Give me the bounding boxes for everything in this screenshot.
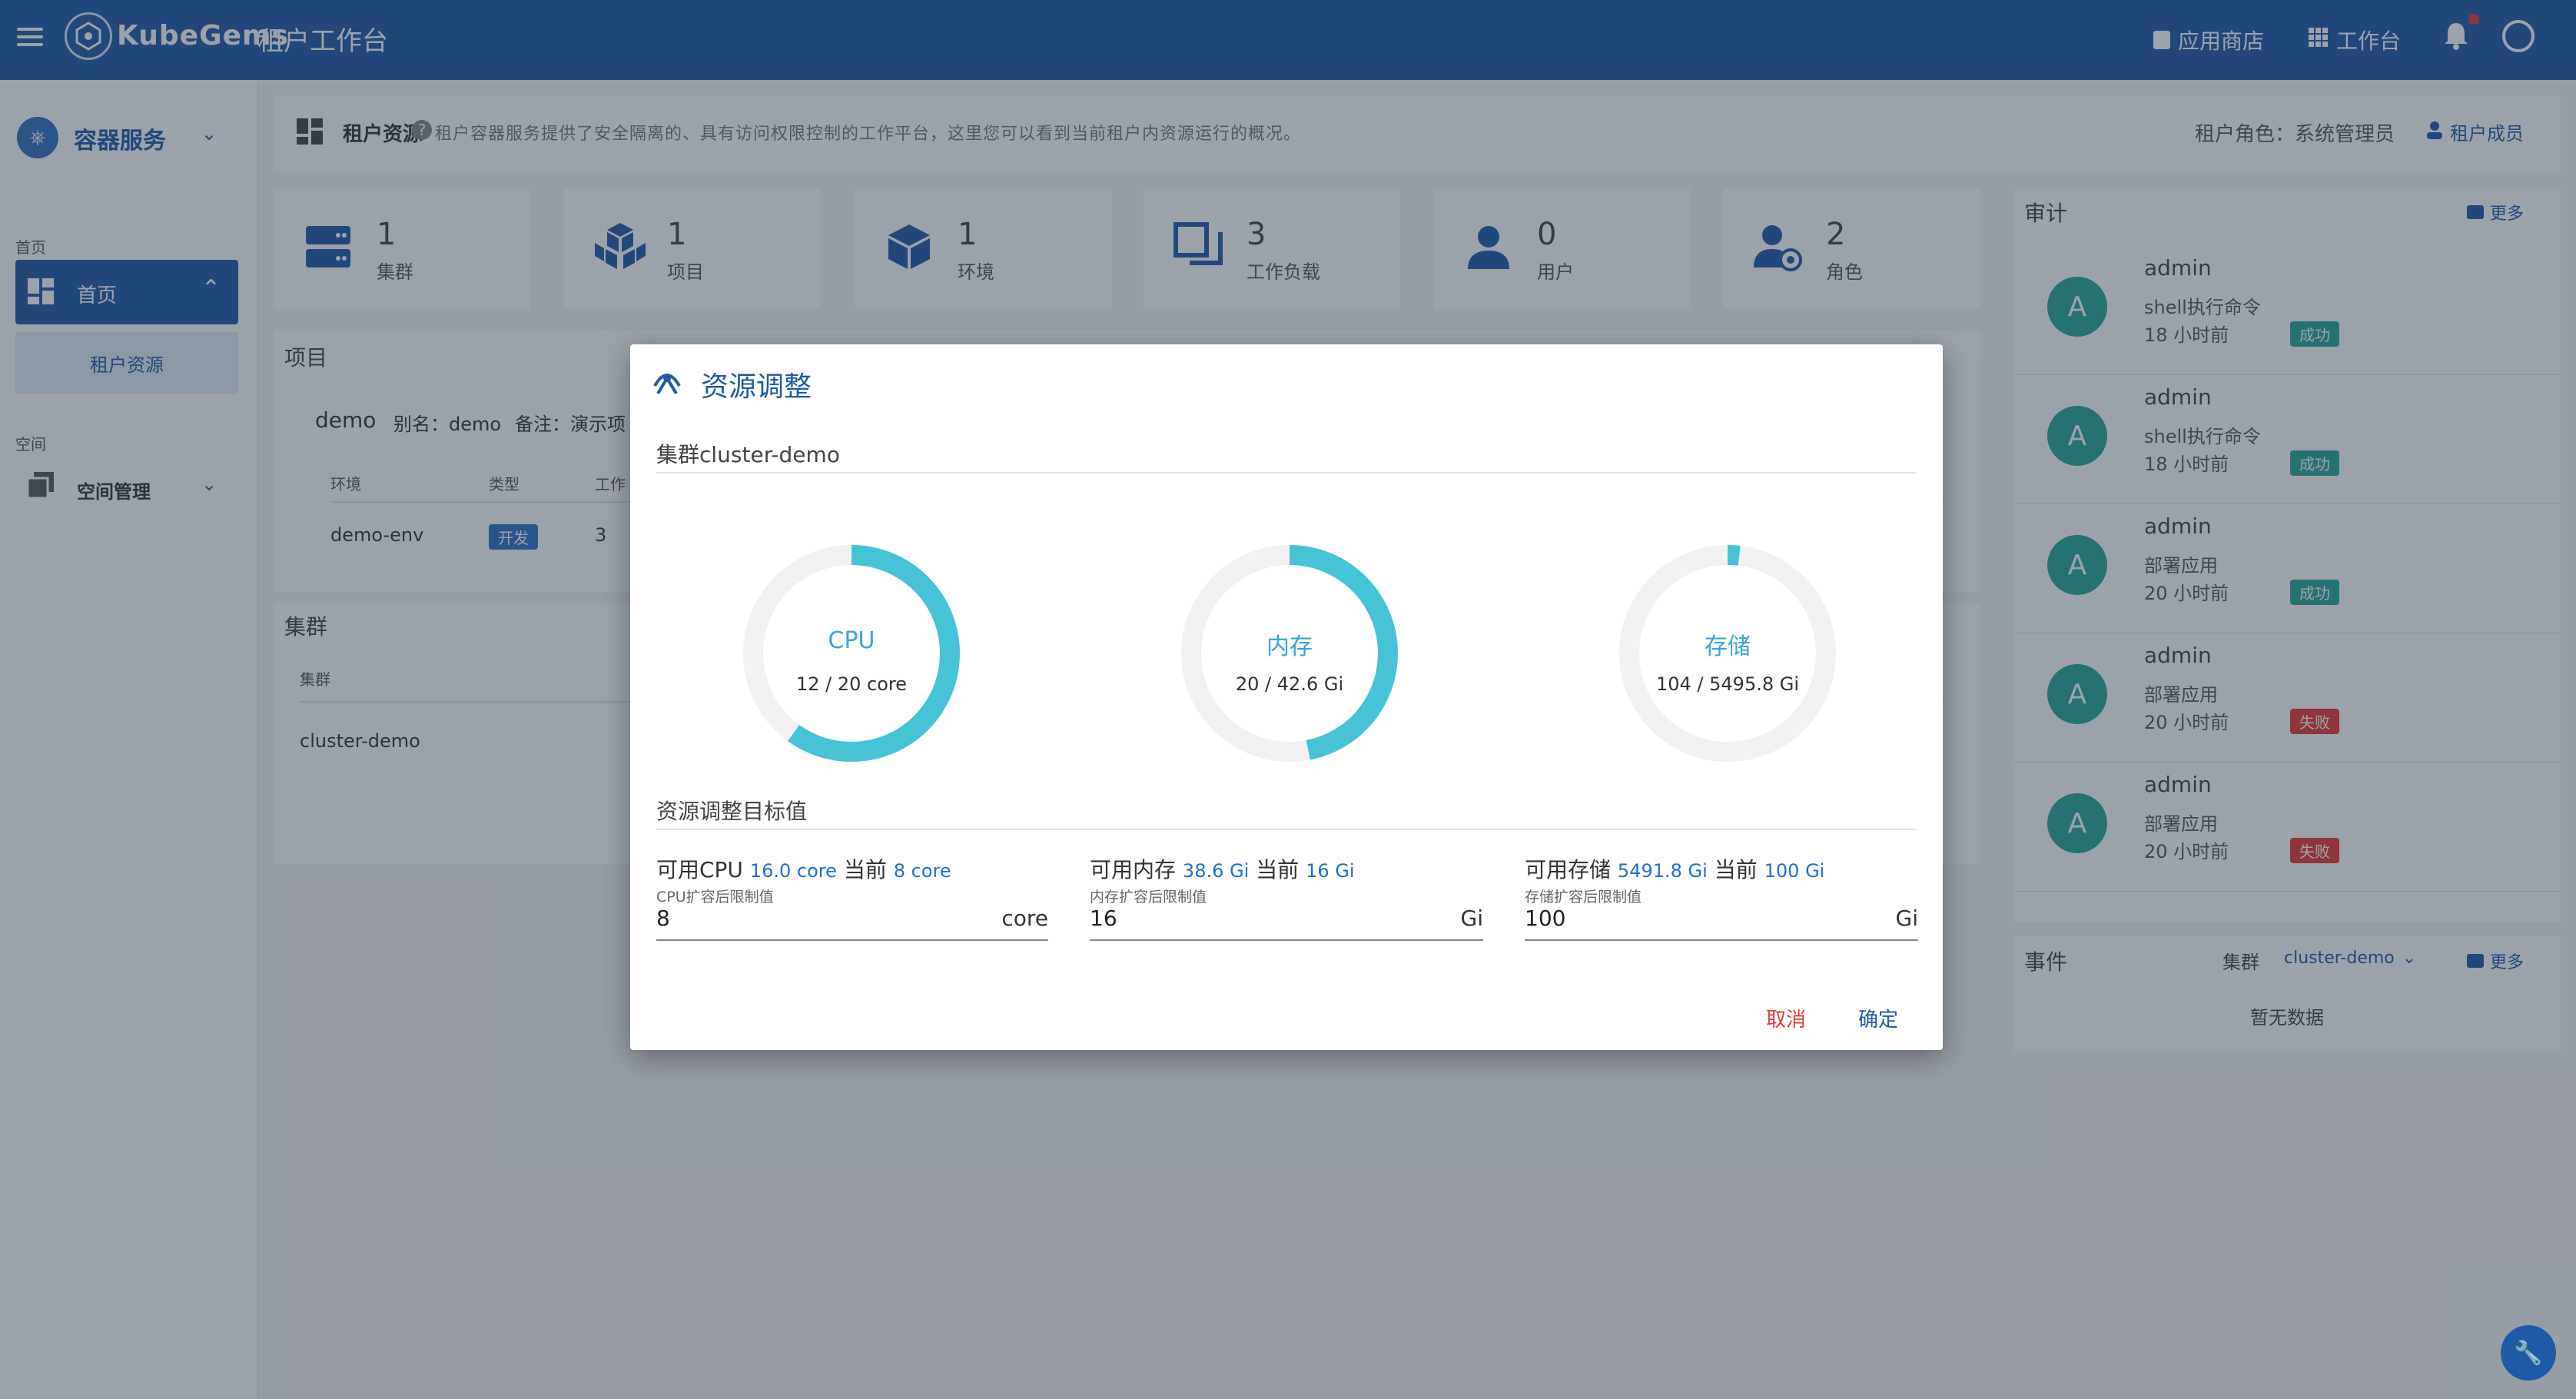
divider [656, 829, 1917, 830]
cpu-current-value: 8 core [893, 860, 951, 882]
storage-avail-label: 可用存储 [1525, 857, 1612, 882]
cpu-current-label: 当前 [843, 857, 887, 882]
dialog-cluster-label: 集群cluster-demo [656, 442, 840, 467]
scale-icon [650, 363, 684, 400]
ring-label-memory: 内存 [1266, 633, 1313, 660]
cpu-limit-input[interactable]: 8 core [656, 906, 1048, 941]
storage-current-value: 100 Gi [1764, 860, 1825, 882]
cpu-summary: 可用CPU 16.0 core 当前 8 core [656, 853, 951, 884]
memory-limit-value: 16 [1090, 906, 1117, 931]
confirm-button[interactable]: 确定 [1858, 1004, 1898, 1032]
target-title: 资源调整目标值 [656, 799, 808, 824]
ring-label-cpu: CPU [828, 627, 875, 654]
dialog-title: 资源调整 [701, 371, 812, 403]
memory-current-label: 当前 [1256, 857, 1300, 882]
memory-hint: 内存扩容后限制值 [1090, 889, 1207, 906]
memory-avail-label: 可用内存 [1090, 857, 1177, 882]
ring-label-storage: 存储 [1705, 633, 1751, 660]
wrench-icon[interactable]: 🔧 [2501, 1325, 2556, 1381]
cpu-unit: core [1001, 906, 1048, 931]
divider [656, 472, 1917, 474]
storage-avail-value: 5491.8 Gi [1617, 860, 1708, 882]
cpu-hint: CPU扩容后限制值 [656, 889, 774, 906]
storage-summary: 可用存储 5491.8 Gi 当前 100 Gi [1525, 853, 1824, 884]
memory-summary: 可用内存 38.6 Gi 当前 16 Gi [1090, 853, 1355, 884]
storage-current-label: 当前 [1714, 857, 1758, 882]
ring-value-cpu: 12 / 20 core [795, 673, 908, 695]
cancel-button[interactable]: 取消 [1766, 1004, 1806, 1032]
cpu-avail-value: 16.0 core [749, 860, 837, 882]
storage-unit: Gi [1895, 906, 1918, 931]
cpu-avail-label: 可用CPU [656, 857, 743, 882]
resource-adjust-dialog: 资源调整 集群cluster-demo CPU 12 / 20 core 内存 … [630, 344, 1943, 1050]
memory-avail-value: 38.6 Gi [1182, 860, 1250, 882]
storage-hint: 存储扩容后限制值 [1525, 889, 1642, 906]
memory-unit: Gi [1460, 906, 1483, 931]
ring-value-storage: 104 / 5495.8 Gi [1655, 673, 1800, 695]
cpu-limit-value: 8 [656, 906, 670, 931]
storage-limit-input[interactable]: 100 Gi [1525, 906, 1918, 941]
ring-value-memory: 20 / 42.6 Gi [1235, 673, 1344, 695]
storage-limit-value: 100 [1525, 906, 1566, 931]
memory-limit-input[interactable]: 16 Gi [1090, 906, 1483, 941]
memory-current-value: 16 Gi [1306, 860, 1355, 882]
